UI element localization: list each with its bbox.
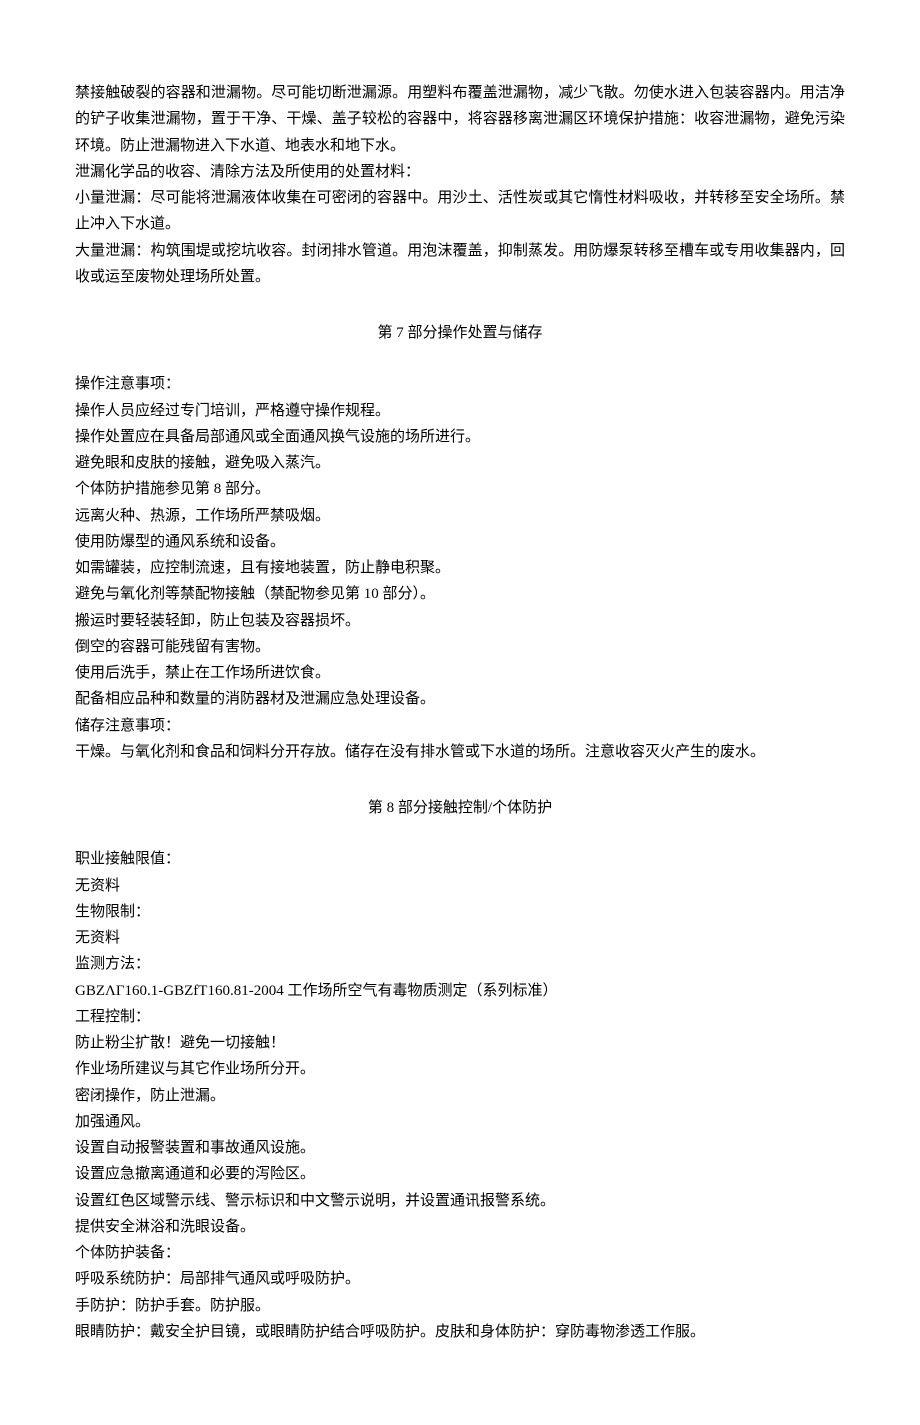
intro-p1: 禁接触破裂的容器和泄漏物。尽可能切断泄漏源。用塑料布覆盖泄漏物，减少飞散。勿使水… — [75, 80, 845, 159]
s8-line: 眼睛防护：戴安全护目镜，或眼睛防护结合呼吸防护。皮肤和身体防护：穿防毒物渗透工作… — [75, 1319, 845, 1345]
s7-line: 使用后洗手，禁止在工作场所进饮食。 — [75, 660, 845, 686]
s8-line: 无资料 — [75, 873, 845, 899]
s7-line: 倒空的容器可能残留有害物。 — [75, 634, 845, 660]
s8-line: 呼吸系统防护：局部排气通风或呼吸防护。 — [75, 1266, 845, 1292]
s8-line: 作业场所建议与其它作业场所分开。 — [75, 1056, 845, 1082]
intro-p3: 小量泄漏：尽可能将泄漏液体收集在可密闭的容器中。用沙土、活性炭或其它惰性材料吸收… — [75, 185, 845, 238]
s8-line: 工程控制： — [75, 1004, 845, 1030]
intro-p2: 泄漏化学品的收容、清除方法及所使用的处置材料： — [75, 159, 845, 185]
section-8-title: 第 8 部分接触控制/个体防护 — [75, 795, 845, 821]
s7-line: 操作注意事项： — [75, 371, 845, 397]
s8-line: 密闭操作，防止泄漏。 — [75, 1083, 845, 1109]
s7-line: 远离火种、热源，工作场所严禁吸烟。 — [75, 503, 845, 529]
s8-line: 监测方法： — [75, 951, 845, 977]
s7-line: 干燥。与氧化剂和食品和饲料分开存放。储存在没有排水管或下水道的场所。注意收容灭火… — [75, 739, 845, 765]
section-7-title: 第 7 部分操作处置与储存 — [75, 320, 845, 346]
s7-line: 操作处置应在具备局部通风或全面通风换气设施的场所进行。 — [75, 424, 845, 450]
s8-line: 手防护：防护手套。防护服。 — [75, 1293, 845, 1319]
s8-line: 设置自动报警装置和事故通风设施。 — [75, 1135, 845, 1161]
intro-p4: 大量泄漏：构筑围堤或挖坑收容。封闭排水管道。用泡沫覆盖，抑制蒸发。用防爆泵转移至… — [75, 238, 845, 291]
s7-line: 避免眼和皮肤的接触，避免吸入蒸汽。 — [75, 450, 845, 476]
s8-line: GBZΛΓ160.1-GBZfT160.81-2004 工作场所空气有毒物质测定… — [75, 978, 845, 1004]
s7-line: 使用防爆型的通风系统和设备。 — [75, 529, 845, 555]
s8-line: 防止粉尘扩散！避免一切接触！ — [75, 1030, 845, 1056]
s8-line: 个体防护装备： — [75, 1240, 845, 1266]
s7-line: 如需罐装，应控制流速，且有接地装置，防止静电积聚。 — [75, 555, 845, 581]
s7-line: 个体防护措施参见第 8 部分。 — [75, 476, 845, 502]
s8-line: 生物限制： — [75, 899, 845, 925]
s8-line: 设置应急撤离通道和必要的泻险区。 — [75, 1161, 845, 1187]
s8-line: 职业接触限值： — [75, 846, 845, 872]
section-7-body: 操作注意事项： 操作人员应经过专门培训，严格遵守操作规程。 操作处置应在具备局部… — [75, 371, 845, 765]
s8-line: 设置红色区域警示线、警示标识和中文警示说明，并设置通讯报警系统。 — [75, 1188, 845, 1214]
s8-line: 无资料 — [75, 925, 845, 951]
s7-line: 储存注意事项： — [75, 713, 845, 739]
section-8-body: 职业接触限值： 无资料 生物限制： 无资料 监测方法： GBZΛΓ160.1-G… — [75, 846, 845, 1345]
s7-line: 避免与氧化剂等禁配物接触（禁配物参见第 10 部分）。 — [75, 581, 845, 607]
s8-line: 加强通风。 — [75, 1109, 845, 1135]
s7-line: 配备相应品种和数量的消防器材及泄漏应急处理设备。 — [75, 686, 845, 712]
s7-line: 操作人员应经过专门培训，严格遵守操作规程。 — [75, 398, 845, 424]
s8-line: 提供安全淋浴和洗眼设备。 — [75, 1214, 845, 1240]
s7-line: 搬运时要轻装轻卸，防止包装及容器损坏。 — [75, 608, 845, 634]
